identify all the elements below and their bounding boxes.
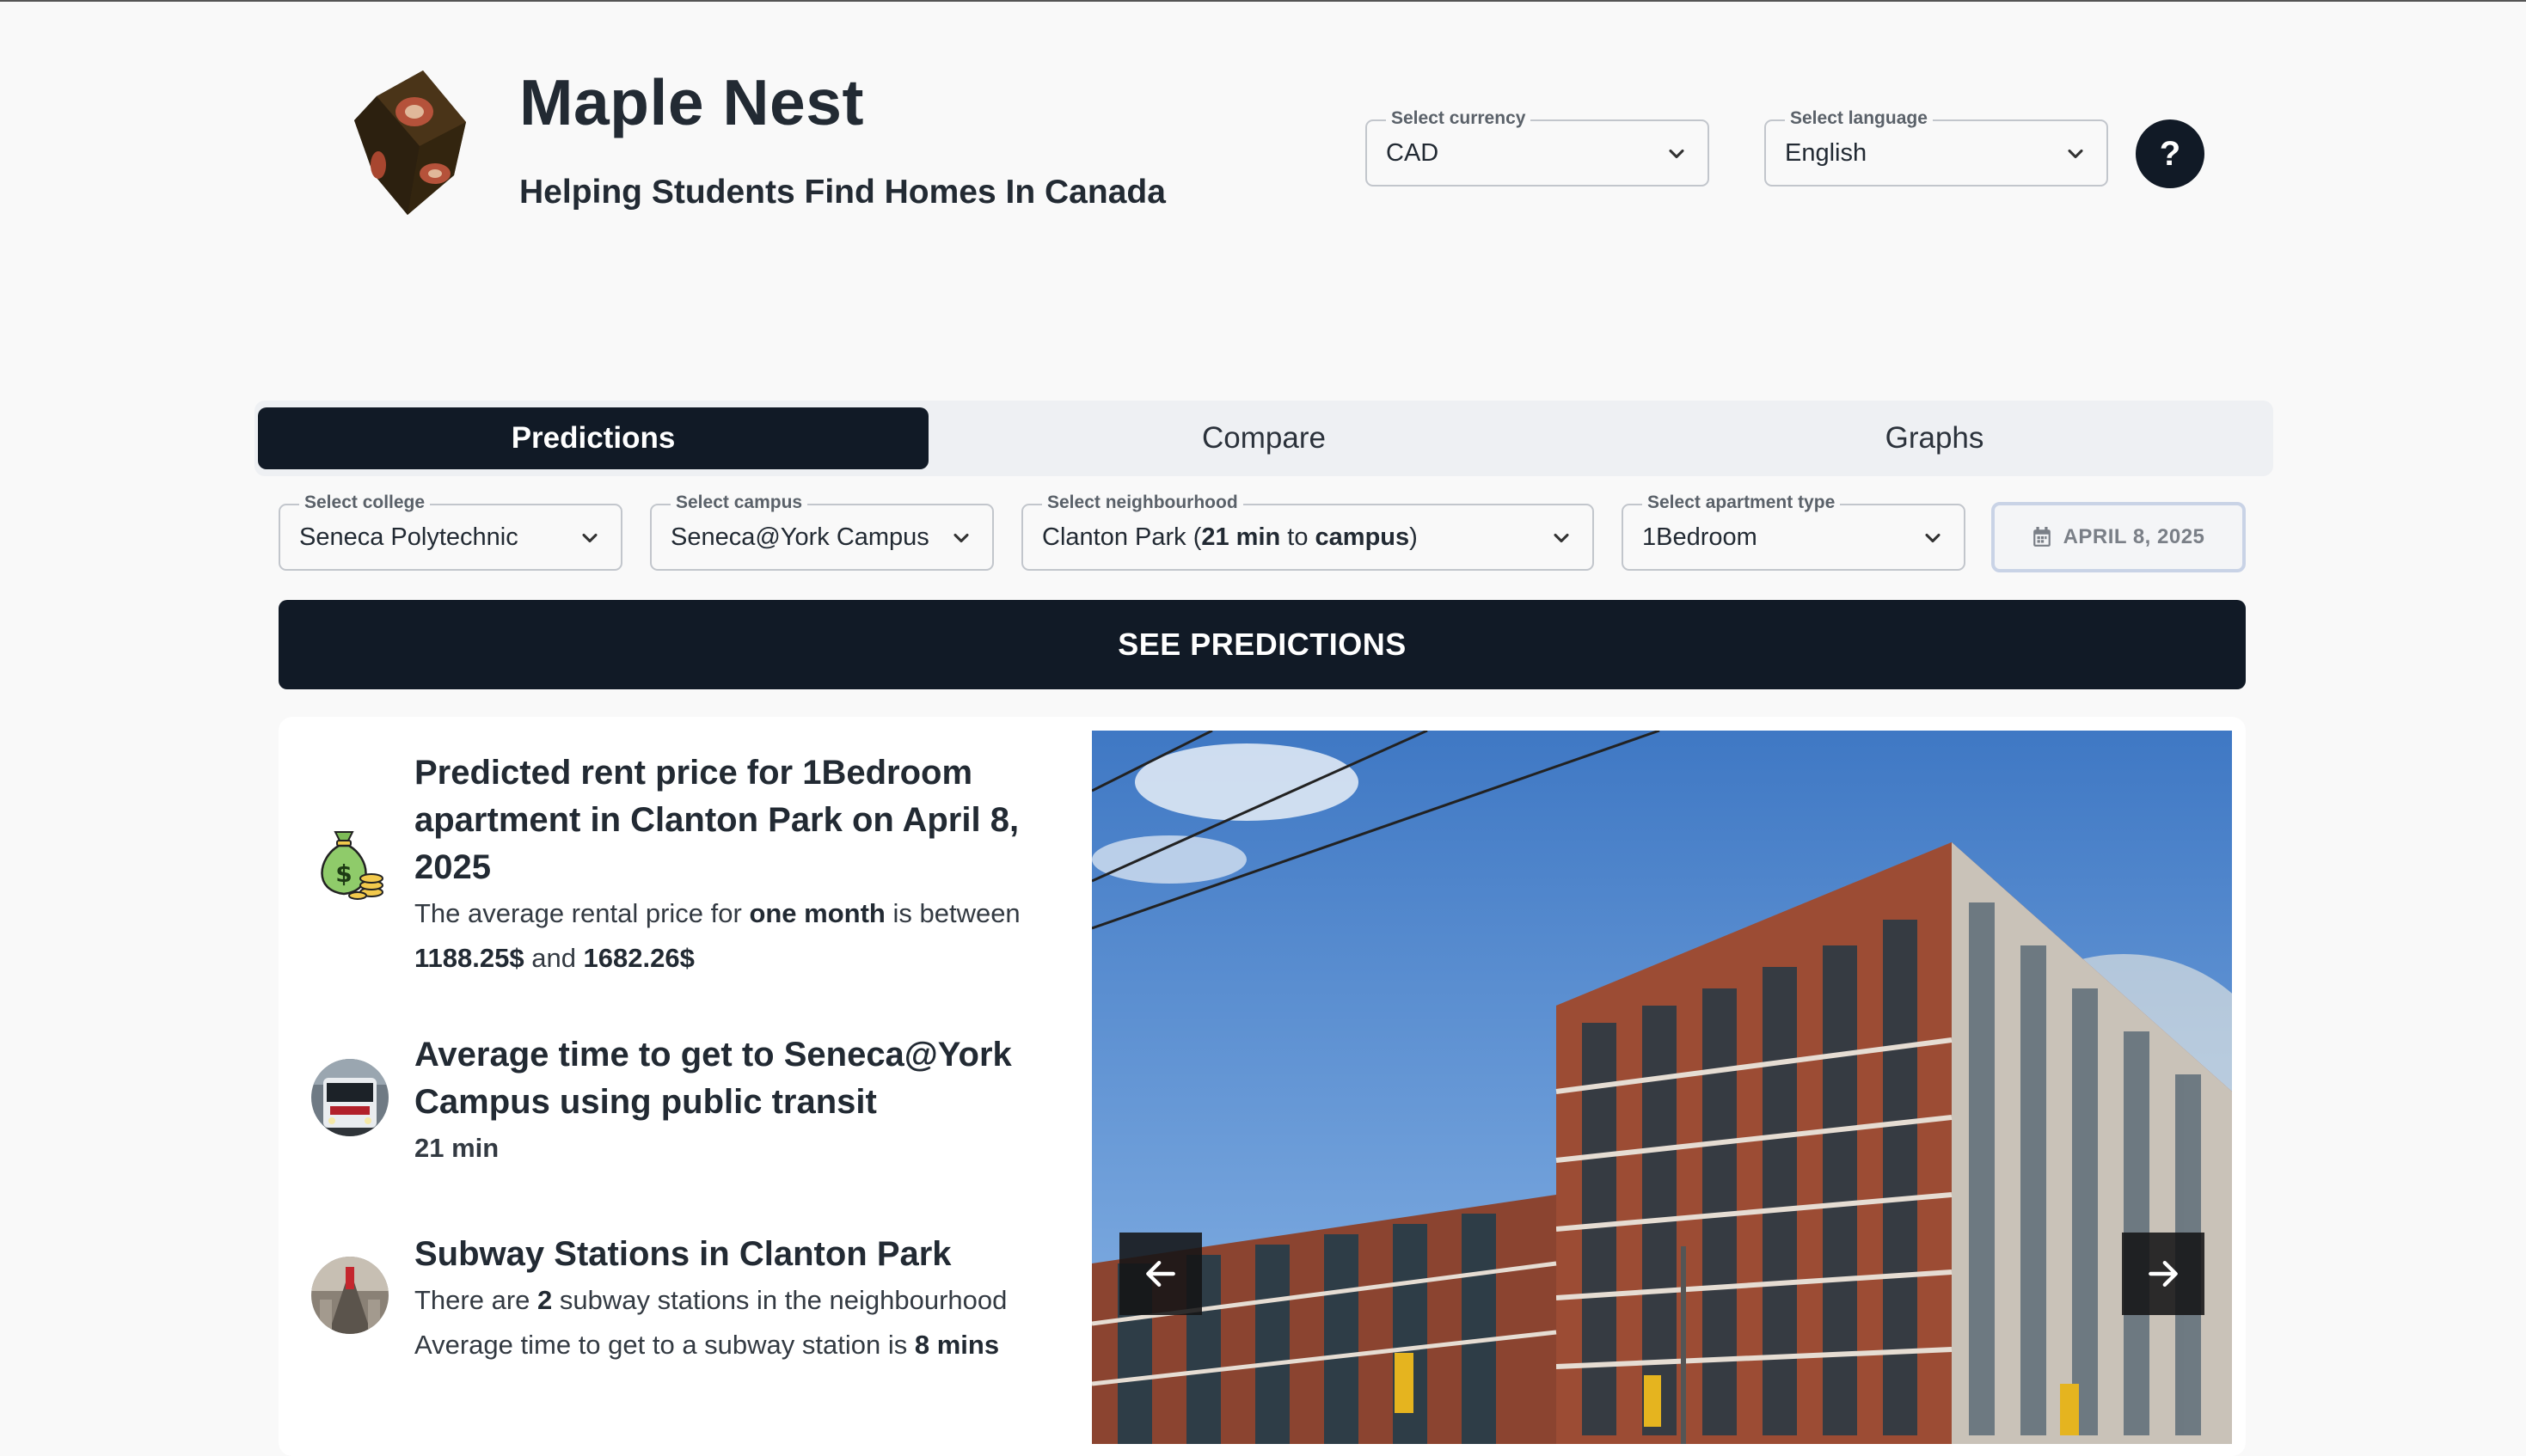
chevron-down-icon xyxy=(1669,149,1684,159)
apartment-building-image xyxy=(1092,731,2232,1444)
currency-select-value: CAD xyxy=(1386,139,1439,167)
apartment-type-select-value: 1Bedroom xyxy=(1642,523,1757,551)
language-select-value: English xyxy=(1785,139,1867,167)
rent-text-mid: is between xyxy=(885,898,1021,928)
date-picker-button[interactable]: APRIL 8, 2025 xyxy=(1991,502,2246,572)
neighbourhood-name: Clanton Park ( xyxy=(1042,523,1202,551)
subway-stations-title: Subway Stations in Clanton Park xyxy=(414,1235,952,1273)
calendar-icon xyxy=(2032,527,2051,547)
rent-text-and: and xyxy=(524,943,584,973)
chevron-down-icon xyxy=(1554,533,1569,543)
neighbourhood-photo-carousel xyxy=(1092,731,2232,1444)
chevron-down-icon xyxy=(582,533,598,543)
subway-icon xyxy=(311,1257,389,1334)
rent-prediction-title: Predicted rent price for 1Bedroom apartm… xyxy=(414,754,1020,886)
neighbourhood-select[interactable]: Select neighbourhood Clanton Park (21 mi… xyxy=(1021,492,1594,571)
campus-select[interactable]: Select campus Seneca@York Campus xyxy=(650,492,994,571)
chevron-down-icon xyxy=(2068,149,2083,159)
transit-time-value: 21 min xyxy=(414,1133,500,1163)
subway-line1-prefix: There are xyxy=(414,1285,538,1315)
bus-icon xyxy=(311,1059,389,1136)
help-button[interactable]: ? xyxy=(2136,119,2204,188)
tab-graphs[interactable]: Graphs xyxy=(1599,407,2270,469)
tab-predictions[interactable]: Predictions xyxy=(258,407,929,469)
neighbourhood-minutes: 21 min xyxy=(1201,523,1281,551)
apartment-type-select[interactable]: Select apartment type 1Bedroom xyxy=(1622,492,1965,571)
rent-prediction-item: Predicted rent price for 1Bedroom apartm… xyxy=(414,749,1068,981)
rent-text-period: one month xyxy=(749,898,886,928)
money-bag-icon: $ xyxy=(321,831,383,900)
chevron-down-icon xyxy=(953,533,969,543)
rent-low-value: 1188.25$ xyxy=(414,943,524,973)
language-select[interactable]: Select language English xyxy=(1764,108,2108,187)
carousel-next-button[interactable] xyxy=(2122,1233,2204,1315)
subway-station-time: 8 mins xyxy=(914,1330,1000,1360)
svg-text:$: $ xyxy=(335,860,352,888)
tab-compare[interactable]: Compare xyxy=(929,407,1599,469)
neighbourhood-close: ) xyxy=(1409,523,1418,551)
app-subtitle: Helping Students Find Homes In Canada xyxy=(519,174,1166,211)
date-value: APRIL 8, 2025 xyxy=(2063,525,2205,548)
cube-logo-icon xyxy=(354,70,466,215)
rent-text-prefix: The average rental price for xyxy=(414,898,750,928)
rent-prediction-text: The average rental price for one month i… xyxy=(414,891,1068,981)
neighbourhood-campus-word: campus xyxy=(1315,523,1410,551)
subway-station-time-text: Average time to get to a subway station … xyxy=(414,1323,1068,1367)
neighbourhood-to: to xyxy=(1280,523,1315,551)
tab-bar: Predictions Compare Graphs xyxy=(254,401,2273,476)
app-title: Maple Nest xyxy=(519,66,864,138)
carousel-prev-button[interactable] xyxy=(1119,1233,1202,1315)
college-select-value: Seneca Polytechnic xyxy=(299,523,518,551)
subway-station-count: 2 xyxy=(537,1285,553,1315)
college-select[interactable]: Select college Seneca Polytechnic xyxy=(279,492,622,571)
subway-line1-suffix: subway stations in the neighbourhood xyxy=(552,1285,1008,1315)
arrow-left-icon xyxy=(1146,1260,1175,1288)
campus-select-value: Seneca@York Campus xyxy=(671,523,929,551)
rent-high-value: 1682.26$ xyxy=(583,943,695,973)
subway-line2-prefix: Average time to get to a subway station … xyxy=(414,1330,915,1360)
arrow-right-icon xyxy=(2149,1260,2178,1288)
chevron-down-icon xyxy=(1925,533,1940,543)
see-predictions-button[interactable]: SEE PREDICTIONS xyxy=(279,600,2246,689)
subway-stations-count-text: There are 2 subway stations in the neigh… xyxy=(414,1278,1068,1323)
top-border xyxy=(0,0,2526,2)
currency-select[interactable]: Select currency CAD xyxy=(1365,108,1709,187)
neighbourhood-select-value: Clanton Park (21 min to campus) xyxy=(1042,505,1418,569)
transit-time-title: Average time to get to Seneca@York Campu… xyxy=(414,1036,1012,1121)
subway-stations-item: Subway Stations in Clanton Park There ar… xyxy=(414,1231,1068,1367)
transit-time-item: Average time to get to Seneca@York Campu… xyxy=(414,1031,1068,1171)
